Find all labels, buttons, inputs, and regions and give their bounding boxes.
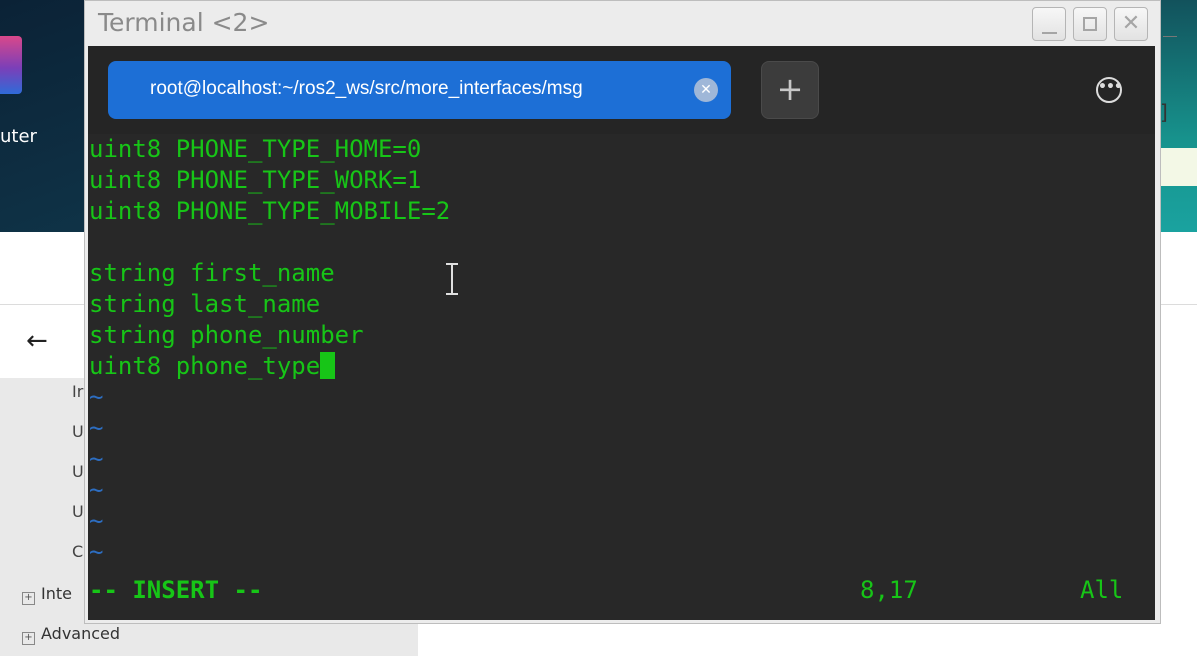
tree-item-interfaces[interactable]: + Inte	[22, 584, 72, 605]
settings-list: Ir U U U C	[72, 382, 84, 582]
tab-close-icon[interactable]: ✕	[694, 78, 718, 102]
empty-line-marker: ~	[89, 445, 104, 473]
maximize-button[interactable]	[1073, 7, 1107, 41]
editor-line-6: string last_name	[89, 290, 321, 318]
tab-label: root@localhost:~/ros2_ws/src/more_interf…	[150, 78, 583, 99]
scroll-indicator: All	[1080, 576, 1124, 604]
editor-line-3: uint8 PHONE_TYPE_MOBILE=2	[89, 197, 451, 225]
empty-line-marker: ~	[89, 538, 104, 566]
tree-item-label: Inte	[41, 584, 72, 603]
minimize-icon	[1042, 32, 1057, 34]
editor-line-8-container: uint8 phone_type	[89, 351, 336, 382]
minimize-button[interactable]	[1032, 7, 1066, 41]
highlighted-field[interactable]	[1160, 148, 1197, 186]
editor-line-2: uint8 PHONE_TYPE_WORK=1	[89, 166, 422, 194]
window-title: Terminal <2>	[98, 8, 270, 37]
computer-desktop-icon[interactable]	[0, 36, 22, 94]
list-item[interactable]: Ir	[72, 382, 84, 422]
cursor-position: 8,17	[860, 576, 918, 604]
tree-item-advanced[interactable]: + Advanced	[22, 624, 120, 645]
desktop-icon-label[interactable]: uter	[0, 126, 37, 147]
vim-mode-indicator: -- INSERT --	[89, 576, 263, 604]
editor-line-8: uint8 phone_type	[89, 352, 321, 380]
tab-bar: root@localhost:~/ros2_ws/src/more_interf…	[88, 46, 1155, 134]
terminal-window: Terminal <2> ✕ root@localhost:~/ros2_ws/…	[84, 0, 1161, 624]
tab-active[interactable]: root@localhost:~/ros2_ws/src/more_interf…	[108, 61, 731, 119]
empty-line-marker: ~	[89, 383, 104, 411]
list-item[interactable]: C	[72, 542, 84, 582]
editor-line-5: string first_name	[89, 259, 335, 287]
close-button[interactable]: ✕	[1114, 7, 1148, 41]
list-item[interactable]: U	[72, 502, 84, 542]
more-options-icon[interactable]: •••	[1096, 77, 1123, 103]
back-arrow-icon[interactable]: ←	[26, 328, 48, 354]
tree-item-label: Advanced	[41, 624, 121, 643]
editor-line-7: string phone_number	[89, 321, 364, 349]
new-tab-button[interactable]: +	[761, 61, 819, 119]
empty-line-marker: ~	[89, 414, 104, 442]
terminal-body: root@localhost:~/ros2_ws/src/more_interf…	[88, 46, 1155, 620]
editor-line-1: uint8 PHONE_TYPE_HOME=0	[89, 135, 422, 163]
window-titlebar[interactable]: Terminal <2> ✕	[85, 1, 1160, 46]
vim-editor[interactable]: uint8 PHONE_TYPE_HOME=0 uint8 PHONE_TYPE…	[88, 134, 1155, 620]
maximize-icon	[1083, 17, 1097, 31]
minimize-dash-icon	[1163, 36, 1177, 37]
list-item[interactable]: U	[72, 422, 84, 462]
text-cursor	[320, 352, 336, 379]
expand-icon[interactable]: +	[22, 592, 35, 605]
right-control[interactable]: ]	[1160, 100, 1168, 124]
empty-line-marker: ~	[89, 507, 104, 535]
expand-icon[interactable]: +	[22, 632, 35, 645]
empty-line-marker: ~	[89, 476, 104, 504]
mouse-ibeam-icon	[446, 263, 458, 295]
list-item[interactable]: U	[72, 462, 84, 502]
